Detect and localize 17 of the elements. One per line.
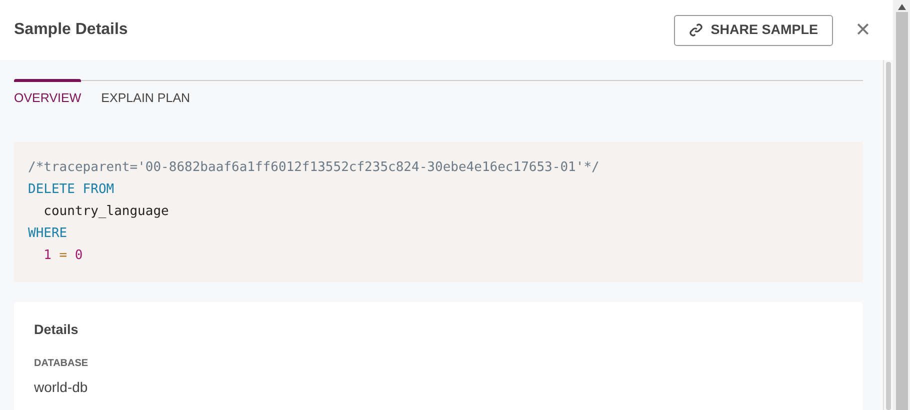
card-title: Details [34,320,80,339]
scrollbar[interactable] [893,0,910,410]
field-label: DATABASE [34,357,90,371]
code-line: country_language [42,202,170,221]
tab[interactable]: OVERVIEW [14,81,82,108]
code-line: 1 = 0 [42,246,84,265]
share-button[interactable]: SHARE SAMPLE [674,14,833,46]
tab[interactable]: EXPLAIN PLAN [101,81,190,108]
scrollbar[interactable] [883,60,893,410]
code-line: DELETE FROM [28,180,116,199]
close-button[interactable]: ✕ [855,20,871,40]
link-icon [688,23,703,37]
field-value: world-db [34,378,89,397]
code-line: WHERE [28,224,68,243]
window-title: Sample Details [14,20,129,40]
code-line: /*traceparent='00-8682baaf6a1ff6012f13552cf235c824-30ebe4e16ec17653-01'*/ [28,158,600,177]
scroll-up-icon[interactable] [898,4,906,10]
